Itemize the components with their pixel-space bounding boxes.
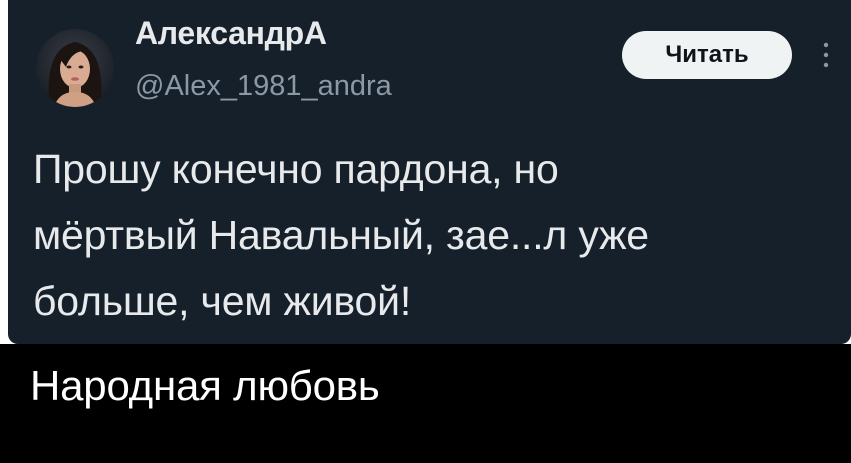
tweet-text: Прошу конечно пардона, но мёртвый Наваль… xyxy=(33,136,823,334)
follow-button[interactable]: Читать xyxy=(622,31,792,79)
caption-banner: Народная любовь xyxy=(0,344,851,463)
tweet-text-line: больше, чем живой! xyxy=(33,278,412,324)
avatar-image xyxy=(36,29,114,107)
caption-text: Народная любовь xyxy=(30,362,380,409)
user-handle[interactable]: @Alex_1981_andra xyxy=(135,70,392,103)
display-name[interactable]: АлександрА xyxy=(135,15,327,52)
tweet-card: АлександрА @Alex_1981_andra Читать Прошу… xyxy=(8,0,851,344)
avatar[interactable] xyxy=(36,29,114,107)
more-vertical-icon[interactable] xyxy=(822,40,830,70)
tweet-text-line: мёртвый Навальный, зае...л уже xyxy=(33,212,649,258)
tweet-text-line: Прошу конечно пардона, но xyxy=(33,146,559,192)
